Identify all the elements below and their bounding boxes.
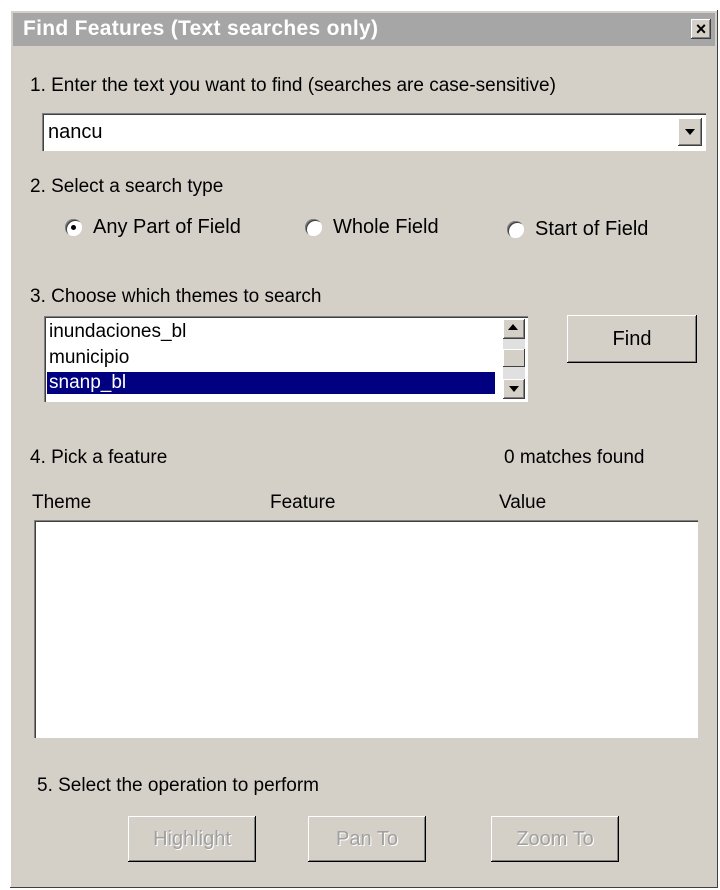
themes-listbox[interactable]: inundaciones_bl municipio snanp_bl (44, 316, 528, 402)
step4-label: 4. Pick a feature (30, 447, 168, 468)
close-button[interactable]: × (691, 19, 711, 39)
chevron-down-icon (685, 129, 695, 135)
window-title: Find Features (Text searches only) (23, 17, 379, 40)
find-features-dialog: Find Features (Text searches only) × 1. … (10, 10, 718, 888)
radio-label: Whole Field (333, 216, 439, 238)
step3-label: 3. Choose which themes to search (30, 286, 322, 307)
list-item[interactable]: municipio (47, 347, 499, 369)
matches-count: 0 matches found (504, 447, 645, 468)
column-header-value: Value (499, 492, 547, 513)
search-text-combobox[interactable]: nancu (42, 113, 706, 151)
highlight-button[interactable]: Highlight (128, 816, 256, 862)
step1-label: 1. Enter the text you want to find (sear… (30, 75, 556, 96)
radio-label: Any Part of Field (93, 216, 241, 238)
pan-to-button[interactable]: Pan To (308, 816, 426, 862)
radio-label: Start of Field (535, 218, 649, 240)
themes-scrollbar[interactable] (503, 319, 525, 399)
arrow-up-icon (508, 324, 518, 330)
column-header-theme: Theme (32, 492, 92, 513)
radio-selected-dot (71, 225, 76, 230)
step5-label: 5. Select the operation to perform (37, 775, 319, 796)
step2-label: 2. Select a search type (30, 176, 224, 197)
radio-button-icon (507, 221, 524, 238)
radio-button-icon (305, 219, 322, 236)
column-header-feature: Feature (270, 492, 336, 513)
list-item[interactable]: inundaciones_bl (47, 321, 499, 343)
combobox-dropdown-button[interactable] (678, 118, 702, 146)
features-results-list[interactable] (34, 520, 698, 738)
arrow-down-icon (509, 386, 519, 392)
zoom-to-button[interactable]: Zoom To (491, 816, 619, 862)
scroll-up-button[interactable] (503, 319, 525, 339)
scroll-thumb[interactable] (503, 349, 525, 367)
list-item-selected[interactable]: snanp_bl (47, 372, 495, 394)
scroll-down-button[interactable] (503, 379, 525, 399)
radio-button-icon (65, 219, 82, 236)
find-button[interactable]: Find (567, 315, 697, 363)
close-icon: × (695, 19, 707, 39)
title-bar[interactable]: Find Features (Text searches only) × (13, 13, 715, 46)
search-text-value[interactable]: nancu (48, 121, 103, 144)
